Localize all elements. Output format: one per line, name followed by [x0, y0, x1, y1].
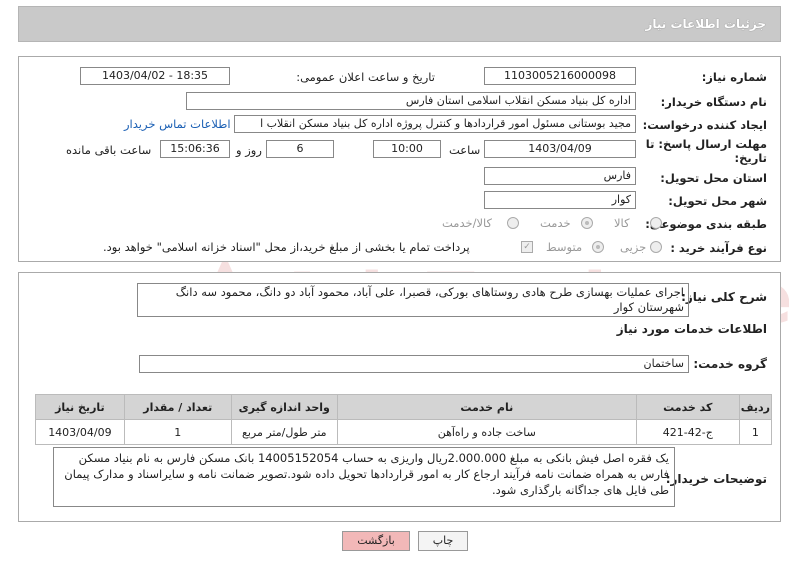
category-option-service: خدمت [540, 216, 571, 230]
need-info-panel [18, 56, 781, 262]
page-title: جزئیات اطلاعات نیاز [645, 17, 766, 31]
buyer-notes-textarea[interactable]: یک فقره اصل فیش بانکی به مبلغ 2.000.000ر… [53, 447, 675, 507]
category-option-goods: کالا [614, 216, 630, 230]
remaining-time-field[interactable]: 15:06:36 [160, 140, 230, 158]
buyer-org-label: نام دستگاه خریدار: [660, 95, 767, 109]
cell-unit: متر طول/متر مربع [230, 419, 338, 445]
col-service-code: کد خدمت [635, 394, 740, 420]
buyer-org-field[interactable]: اداره کل بنیاد مسکن انقلاب اسلامی استان … [186, 92, 636, 110]
buyer-notes-label: توضیحات خریدار: [665, 472, 767, 486]
col-need-date: تاریخ نیاز [35, 394, 125, 420]
back-button[interactable]: بازگشت [342, 531, 410, 551]
service-group-field[interactable]: ساختمان [139, 355, 689, 373]
summary-label: شرح کلی نیاز: [681, 290, 767, 304]
city-label: شهر محل تحویل: [668, 194, 767, 208]
announce-label: تاریخ و ساعت اعلان عمومی: [296, 70, 435, 84]
table-row: 1 ج-42-421 ساخت جاده و راه‌آهن متر طول/م… [35, 419, 773, 445]
province-label: استان محل تحویل: [660, 171, 767, 185]
city-field[interactable]: کوار [484, 191, 636, 209]
cell-need-date: 1403/04/09 [35, 419, 125, 445]
deadline-time-label: ساعت [449, 143, 481, 157]
remaining-label: ساعت باقی مانده [66, 143, 152, 157]
deadline-label: مهلت ارسال پاسخ: تا [645, 137, 767, 151]
deadline-label-date: تاریخ: [734, 151, 767, 165]
category-radio-goods-service[interactable] [507, 217, 519, 229]
category-radio-goods[interactable] [650, 217, 662, 229]
services-table-header: ردیف کد خدمت نام خدمت واحد اندازه گیری ت… [35, 394, 773, 420]
purchase-type-label: نوع فرآیند خرید : [670, 241, 767, 255]
remaining-days-field[interactable]: 6 [266, 140, 334, 158]
purchase-type-radio-minor[interactable] [650, 241, 662, 253]
purchase-type-option-minor: جزیی [620, 240, 647, 254]
col-unit: واحد اندازه گیری [230, 394, 338, 420]
need-number-field[interactable]: 1103005216000098 [484, 67, 636, 85]
deadline-time-field[interactable]: 10:00 [373, 140, 441, 158]
need-number-label: شماره نیاز: [701, 70, 767, 84]
summary-textarea[interactable]: اجرای عملیات بهسازی طرح هادی روستاهای بو… [137, 283, 689, 317]
cell-service-name: ساخت جاده و راه‌آهن [336, 419, 637, 445]
province-field[interactable]: فارس [484, 167, 636, 185]
treasury-payment-note: پرداخت تمام یا بخشی از مبلغ خرید،از محل … [103, 240, 470, 254]
creator-field[interactable]: مجید بوستانی مسئول امور قراردادها و کنتر… [234, 115, 636, 133]
category-radio-service[interactable] [581, 217, 593, 229]
col-service-name: نام خدمت [336, 394, 637, 420]
category-label: طبقه بندی موضوعی: [645, 217, 767, 231]
print-button[interactable]: چاپ [418, 531, 468, 551]
service-group-label: گروه خدمت: [693, 357, 767, 371]
cell-quantity: 1 [123, 419, 232, 445]
cell-service-code: ج-42-421 [635, 419, 740, 445]
creator-label: ایجاد کننده درخواست: [642, 118, 767, 132]
treasury-payment-checkbox[interactable]: ✓ [521, 241, 533, 253]
buyer-contact-link[interactable]: اطلاعات تماس خریدار [124, 117, 231, 131]
days-label: روز و [236, 143, 262, 157]
deadline-date-field[interactable]: 1403/04/09 [484, 140, 636, 158]
purchase-type-radio-medium[interactable] [592, 241, 604, 253]
category-option-goods-service: کالا/خدمت [442, 216, 493, 230]
services-table: ردیف کد خدمت نام خدمت واحد اندازه گیری ت… [35, 394, 773, 445]
col-row-number: ردیف [738, 394, 773, 420]
cell-row-number: 1 [738, 419, 773, 445]
page-header: جزئیات اطلاعات نیاز [18, 6, 781, 42]
announce-date-field[interactable]: 1403/04/02 - 18:35 [80, 67, 230, 85]
services-section-title: اطلاعات خدمات مورد نیاز [616, 322, 767, 336]
purchase-type-option-medium: متوسط [546, 240, 583, 254]
col-quantity: تعداد / مقدار [123, 394, 232, 420]
